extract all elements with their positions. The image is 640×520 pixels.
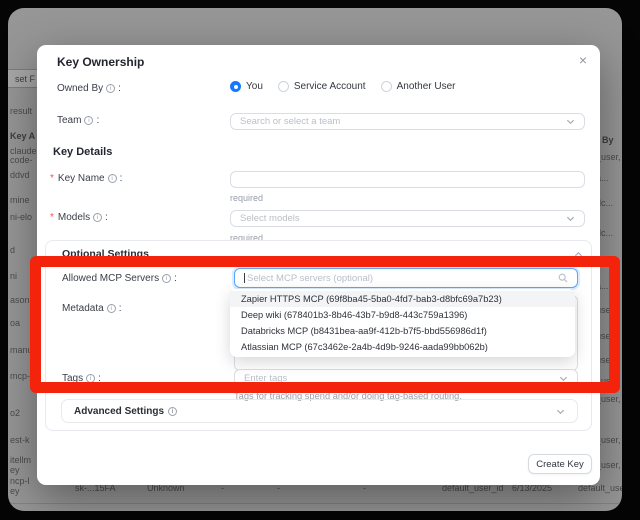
chevron-up-icon[interactable] [574, 250, 583, 259]
chevron-down-icon [559, 374, 568, 383]
table-row: est-k [10, 435, 30, 445]
close-icon[interactable]: × [573, 50, 593, 70]
table-row: ddvd [10, 170, 30, 180]
key-name-input[interactable] [230, 171, 585, 188]
info-icon[interactable] [108, 174, 117, 183]
mcp-servers-select[interactable]: Select MCP servers (optional) [234, 268, 578, 288]
radio-unselected-icon [381, 81, 392, 92]
chevron-down-icon [556, 407, 565, 416]
table-row: ey [10, 486, 20, 496]
info-icon[interactable] [84, 116, 93, 125]
team-label: Team : [57, 115, 99, 126]
info-icon[interactable] [106, 84, 115, 93]
table-row: code- [10, 155, 33, 165]
radio-service-account[interactable]: Service Account [278, 81, 366, 92]
radio-selected-icon [230, 81, 241, 92]
create-key-button[interactable]: Create Key [528, 454, 592, 474]
optional-settings-heading[interactable]: Optional Settings [62, 248, 149, 260]
info-icon[interactable] [93, 213, 102, 222]
info-icon[interactable] [162, 274, 171, 283]
tags-select[interactable]: Enter tags [234, 369, 578, 387]
chevron-down-icon [566, 117, 575, 126]
radio-unselected-icon [278, 81, 289, 92]
table-row: d [10, 245, 15, 255]
models-label: * Models : [50, 212, 108, 223]
dropdown-option-zapier[interactable]: Zapier HTTPS MCP (69f8ba45-5ba0-4fd7-bab… [230, 291, 575, 307]
table-row: mine [10, 195, 30, 205]
required-asterisk: * [50, 173, 54, 184]
table-divider [8, 503, 622, 504]
text-cursor [244, 273, 245, 283]
allowed-mcp-servers-label: Allowed MCP Servers : [62, 273, 177, 284]
key-alias-column-header-fragment: Key A [10, 131, 35, 141]
info-icon[interactable] [107, 304, 116, 313]
table-row: o2 [10, 408, 20, 418]
advanced-settings-collapse[interactable]: Advanced Settings [61, 399, 578, 423]
dropdown-option-databricks[interactable]: Databricks MCP (b8431bea-aa9f-412b-b7f5-… [230, 323, 575, 339]
table-row: mcp-t [10, 371, 33, 381]
table-row: oa [10, 318, 20, 328]
table-row: ni [10, 271, 17, 281]
info-icon[interactable] [86, 374, 95, 383]
team-select[interactable]: Search or select a team [230, 113, 585, 130]
key-ownership-modal: Key Ownership × Owned By : You Service A… [37, 45, 600, 485]
dropdown-option-deep-wiki[interactable]: Deep wiki (678401b3-8b46-43b7-b9d8-443c7… [230, 307, 575, 323]
table-row: itellm [10, 455, 31, 465]
table-row: ason2 [10, 295, 35, 305]
advanced-settings-heading: Advanced Settings [74, 406, 556, 417]
required-asterisk: * [50, 212, 54, 223]
table-row: ncp-l [10, 476, 30, 486]
search-icon [558, 273, 568, 283]
key-name-label: * Key Name : [50, 173, 122, 184]
owned-by-label: Owned By : [57, 83, 121, 94]
tags-label: Tags : [62, 373, 101, 384]
models-select[interactable]: Select models [230, 210, 585, 227]
owned-by-radio-group: You Service Account Another User [230, 81, 456, 92]
radio-you[interactable]: You [230, 81, 263, 92]
table-row: ni-elo [10, 212, 32, 222]
metadata-label: Metadata : [62, 303, 121, 314]
radio-another-user[interactable]: Another User [381, 81, 456, 92]
modal-title: Key Ownership [57, 55, 144, 69]
info-icon[interactable] [168, 407, 177, 416]
mcp-servers-dropdown: Zapier HTTPS MCP (69f8ba45-5ba0-4fd7-bab… [230, 289, 575, 357]
dropdown-option-atlassian[interactable]: Atlassian MCP (67c3462e-2a4b-4d9b-9246-a… [230, 339, 575, 355]
chevron-down-icon [566, 214, 575, 223]
key-details-heading: Key Details [53, 146, 112, 158]
key-name-required-hint: required [230, 193, 263, 203]
table-row: ey [10, 465, 20, 475]
table-row: manu [10, 345, 33, 355]
results-text-fragment: result [10, 106, 32, 116]
